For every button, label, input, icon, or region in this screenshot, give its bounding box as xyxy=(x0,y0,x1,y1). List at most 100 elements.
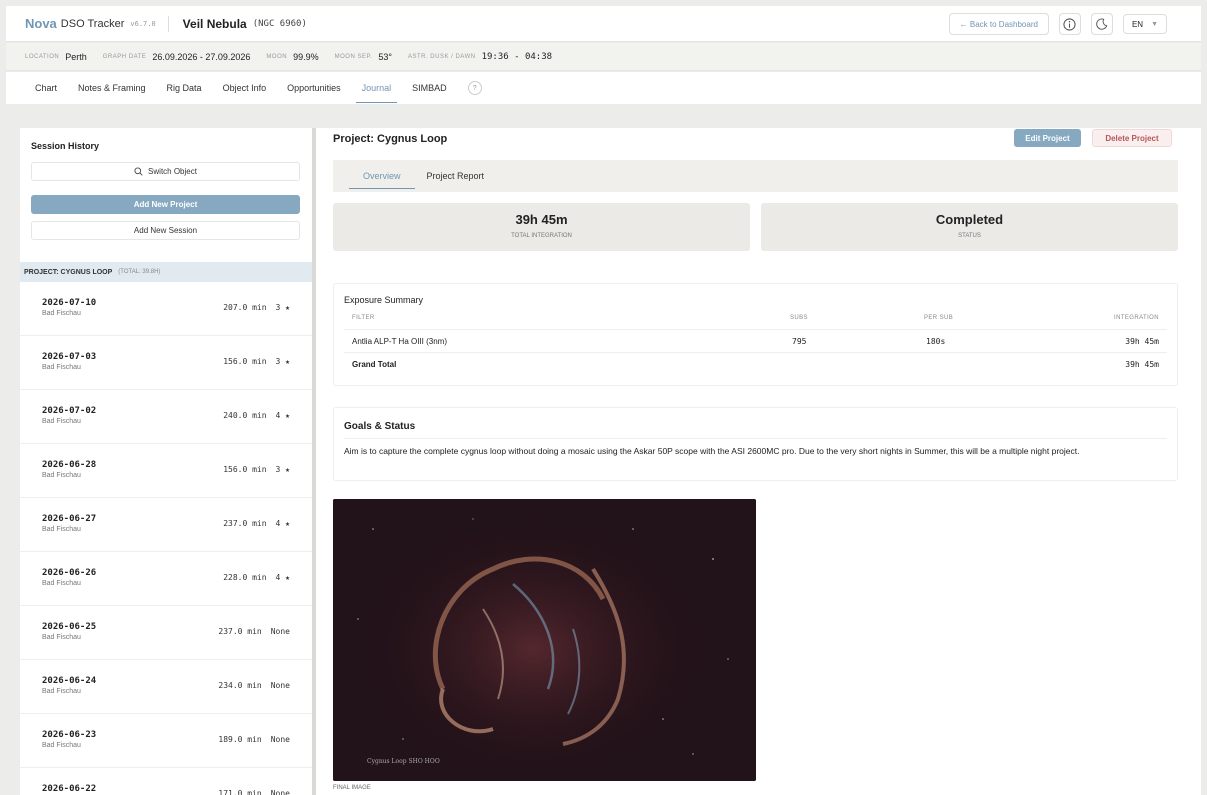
final-image[interactable]: Cygnus Loop SHO HOO xyxy=(333,499,756,781)
grand-total-label: Grand Total xyxy=(352,360,397,369)
tab-opportunities[interactable]: Opportunities xyxy=(287,72,341,104)
session-minutes: 228.0 min xyxy=(223,573,267,582)
session-row[interactable]: 2026-06-24 Bad Fischau 234.0 min None xyxy=(20,660,312,714)
session-minutes: 234.0 min xyxy=(218,681,262,690)
switch-object-button[interactable]: Switch Object xyxy=(31,162,300,181)
moon-theme-icon[interactable] xyxy=(1090,13,1113,35)
header-subs: SUBS xyxy=(790,315,808,321)
session-row[interactable]: 2026-07-03 Bad Fischau 156.0 min 3 ★ xyxy=(20,336,312,390)
project-group-total: (TOTAL: 39.8H) xyxy=(118,269,161,275)
info-icon[interactable] xyxy=(1058,13,1081,35)
session-minutes: 237.0 min xyxy=(218,627,262,636)
session-date: 2026-07-10 xyxy=(42,298,97,308)
tab-simbad[interactable]: SIMBAD xyxy=(412,72,447,104)
final-image-label: FINAL IMAGE xyxy=(333,785,371,791)
location-label: LOCATION xyxy=(25,53,60,60)
help-icon[interactable]: ? xyxy=(467,81,482,95)
exposure-summary-title: Exposure Summary xyxy=(344,295,424,305)
session-duration-rating: 237.0 min 4 ★ xyxy=(223,519,290,528)
delete-project-button[interactable]: Delete Project xyxy=(1092,129,1172,147)
tab-object-info[interactable]: Object Info xyxy=(223,72,267,104)
header-integration: INTEGRATION xyxy=(1114,315,1159,321)
session-duration-rating: 237.0 min None xyxy=(218,627,290,636)
add-new-session-button[interactable]: Add New Session xyxy=(31,221,300,240)
session-row[interactable]: 2026-06-23 Bad Fischau 189.0 min None xyxy=(20,714,312,768)
graph-date-value[interactable]: 26.09.2026 - 27.09.2026 xyxy=(152,52,250,62)
session-date: 2026-06-27 xyxy=(42,514,97,524)
session-row[interactable]: 2026-06-22 171.0 min None xyxy=(20,768,312,795)
session-rating: 4 ★ xyxy=(275,519,290,528)
brand-name[interactable]: Nova xyxy=(25,16,57,31)
language-value: EN xyxy=(1131,19,1144,29)
session-row[interactable]: 2026-06-28 Bad Fischau 156.0 min 3 ★ xyxy=(20,444,312,498)
object-tabs: Chart Notes & Framing Rig Data Object In… xyxy=(6,72,1201,104)
session-location: Bad Fischau xyxy=(42,688,81,695)
session-duration-rating: 156.0 min 3 ★ xyxy=(223,357,290,366)
session-rating: 3 ★ xyxy=(275,357,290,366)
tab-notes-framing[interactable]: Notes & Framing xyxy=(78,72,146,104)
tab-journal[interactable]: Journal xyxy=(355,72,397,104)
session-list: 2026-07-10 Bad Fischau 207.0 min 3 ★ 2026-07… xyxy=(20,282,312,795)
total-integration-card: 39h 45m TOTAL INTEGRATION xyxy=(333,203,750,251)
project-group-header[interactable]: PROJECT: CYGNUS LOOP (TOTAL: 39.8H) xyxy=(20,262,312,282)
session-row[interactable]: 2026-07-02 Bad Fischau 240.0 min 4 ★ xyxy=(20,390,312,444)
subtab-project-report[interactable]: Project Report xyxy=(427,160,485,192)
session-duration-rating: 156.0 min 3 ★ xyxy=(223,465,290,474)
language-select[interactable]: EN ▼ xyxy=(1122,14,1167,34)
back-to-dashboard-button[interactable]: ← Back to Dashboard xyxy=(948,13,1049,35)
session-date: 2026-07-03 xyxy=(42,352,97,362)
session-location: Bad Fischau xyxy=(42,418,81,425)
status-value: Completed xyxy=(935,212,1004,227)
tab-rig-data[interactable]: Rig Data xyxy=(167,72,202,104)
session-date: 2026-06-26 xyxy=(42,568,97,578)
session-rating: None xyxy=(270,627,290,636)
moon-sep-value: 53° xyxy=(378,51,392,62)
integration-cell: 39h 45m xyxy=(1125,337,1159,346)
session-rating: None xyxy=(270,735,290,744)
subtab-overview[interactable]: Overview xyxy=(349,160,414,192)
session-history-title: Session History xyxy=(31,141,100,151)
goals-divider xyxy=(344,438,1167,439)
total-integration-value: 39h 45m xyxy=(515,212,568,227)
moon-sep-label: MOON SEP. xyxy=(334,53,373,60)
session-date: 2026-06-22 xyxy=(42,784,97,794)
app-header: Nova DSO Tracker v6.7.0 Veil Nebula (NGC… xyxy=(6,6,1201,42)
session-location: Bad Fischau xyxy=(42,580,81,587)
image-caption-text: Cygnus Loop SHO HOO xyxy=(367,758,440,765)
grand-total-row: Grand Total 39h 45m xyxy=(344,352,1167,374)
project-title: Project: Cygnus Loop xyxy=(333,133,448,145)
status-label: STATUS xyxy=(958,233,981,239)
session-minutes: 237.0 min xyxy=(223,519,267,528)
session-row[interactable]: 2026-06-26 Bad Fischau 228.0 min 4 ★ xyxy=(20,552,312,606)
session-duration-rating: 207.0 min 3 ★ xyxy=(223,303,290,312)
session-rating: 3 ★ xyxy=(275,465,290,474)
session-row[interactable]: 2026-06-27 Bad Fischau 237.0 min 4 ★ xyxy=(20,498,312,552)
status-card: Completed STATUS xyxy=(761,203,1178,251)
grand-total-integration: 39h 45m xyxy=(1125,360,1159,369)
session-rating: 4 ★ xyxy=(275,573,290,582)
session-minutes: 189.0 min xyxy=(218,735,262,744)
session-sidebar: Session History Switch Object Add New Pr… xyxy=(20,128,312,795)
info-bar: LOCATION Perth GRAPH DATE 26.09.2026 - 2… xyxy=(6,43,1201,71)
search-icon xyxy=(134,167,143,176)
edit-project-button[interactable]: Edit Project xyxy=(1014,129,1081,147)
graph-date-label: GRAPH DATE xyxy=(102,53,147,60)
add-new-project-button[interactable]: Add New Project xyxy=(31,195,300,214)
session-date: 2026-07-02 xyxy=(42,406,97,416)
header-divider xyxy=(167,15,169,32)
project-subtabs: Overview Project Report xyxy=(333,160,1178,192)
session-row[interactable]: 2026-07-10 Bad Fischau 207.0 min 3 ★ xyxy=(20,282,312,336)
table-row: Antlia ALP-T Ha OIII (3nm) 795 180s 39h … xyxy=(344,329,1167,351)
session-date: 2026-06-28 xyxy=(42,460,97,470)
location-value[interactable]: Perth xyxy=(65,52,87,62)
tab-chart[interactable]: Chart xyxy=(35,72,57,104)
session-rating: None xyxy=(270,789,290,795)
session-row[interactable]: 2026-06-25 Bad Fischau 237.0 min None xyxy=(20,606,312,660)
exposure-summary-card: Exposure Summary FILTER SUBS PER SUB INT… xyxy=(333,283,1178,386)
project-panel: Project: Cygnus Loop Edit Project Delete… xyxy=(316,128,1201,795)
switch-object-label: Switch Object xyxy=(148,167,197,176)
dusk-dawn-value: 19:36 - 04:38 xyxy=(481,51,553,62)
session-date: 2026-06-25 xyxy=(42,622,97,632)
session-minutes: 207.0 min xyxy=(223,303,267,312)
session-duration-rating: 234.0 min None xyxy=(218,681,290,690)
